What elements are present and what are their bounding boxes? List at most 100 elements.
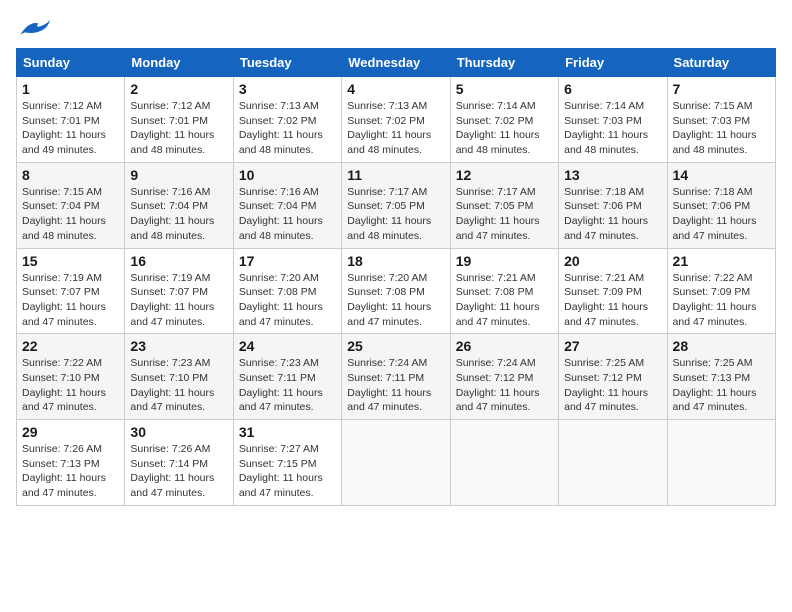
calendar-cell: 23 Sunrise: 7:23 AM Sunset: 7:10 PM Dayli… [125,334,233,420]
calendar-cell: 2 Sunrise: 7:12 AM Sunset: 7:01 PM Daylig… [125,77,233,163]
day-info: Sunrise: 7:17 AM Sunset: 7:05 PM Dayligh… [456,185,553,244]
calendar-cell: 26 Sunrise: 7:24 AM Sunset: 7:12 PM Dayli… [450,334,558,420]
day-info: Sunrise: 7:12 AM Sunset: 7:01 PM Dayligh… [22,99,119,158]
day-info: Sunrise: 7:24 AM Sunset: 7:11 PM Dayligh… [347,356,444,415]
calendar-week-row: 29 Sunrise: 7:26 AM Sunset: 7:13 PM Dayli… [17,420,776,506]
calendar-cell: 28Sunrise: 7:25 AM Sunset: 7:13 PM Dayli… [667,334,775,420]
day-number: 30 [130,424,227,440]
day-number: 8 [22,167,119,183]
day-number: 21 [673,253,770,269]
day-number: 14 [673,167,770,183]
calendar-week-row: 1 Sunrise: 7:12 AM Sunset: 7:01 PM Daylig… [17,77,776,163]
calendar-cell: 19 Sunrise: 7:21 AM Sunset: 7:08 PM Dayli… [450,248,558,334]
day-info: Sunrise: 7:20 AM Sunset: 7:08 PM Dayligh… [239,271,336,330]
calendar-cell: 14 Sunrise: 7:18 AM Sunset: 7:06 PM Dayli… [667,162,775,248]
day-info: Sunrise: 7:19 AM Sunset: 7:07 PM Dayligh… [22,271,119,330]
day-number: 1 [22,81,119,97]
weekday-header: Friday [559,49,667,77]
day-info: Sunrise: 7:16 AM Sunset: 7:04 PM Dayligh… [239,185,336,244]
day-info: Sunrise: 7:23 AM Sunset: 7:11 PM Dayligh… [239,356,336,415]
day-number: 23 [130,338,227,354]
day-number: 28 [673,338,770,354]
calendar-cell: 29 Sunrise: 7:26 AM Sunset: 7:13 PM Dayli… [17,420,125,506]
calendar-cell: 24 Sunrise: 7:23 AM Sunset: 7:11 PM Dayli… [233,334,341,420]
day-number: 9 [130,167,227,183]
calendar-cell [450,420,558,506]
calendar-cell: 9 Sunrise: 7:16 AM Sunset: 7:04 PM Daylig… [125,162,233,248]
day-info: Sunrise: 7:17 AM Sunset: 7:05 PM Dayligh… [347,185,444,244]
day-number: 16 [130,253,227,269]
calendar-cell: 3 Sunrise: 7:13 AM Sunset: 7:02 PM Daylig… [233,77,341,163]
day-info: Sunrise: 7:14 AM Sunset: 7:02 PM Dayligh… [456,99,553,158]
calendar-cell: 16 Sunrise: 7:19 AM Sunset: 7:07 PM Dayli… [125,248,233,334]
day-number: 4 [347,81,444,97]
weekday-header: Wednesday [342,49,450,77]
day-info: Sunrise: 7:25 AM Sunset: 7:12 PM Dayligh… [564,356,661,415]
day-number: 7 [673,81,770,97]
day-number: 10 [239,167,336,183]
day-number: 22 [22,338,119,354]
calendar-cell: 5 Sunrise: 7:14 AM Sunset: 7:02 PM Daylig… [450,77,558,163]
day-info: Sunrise: 7:18 AM Sunset: 7:06 PM Dayligh… [673,185,770,244]
day-info: Sunrise: 7:14 AM Sunset: 7:03 PM Dayligh… [564,99,661,158]
weekday-header: Monday [125,49,233,77]
calendar-week-row: 8Sunrise: 7:15 AM Sunset: 7:04 PM Daylig… [17,162,776,248]
day-number: 11 [347,167,444,183]
weekday-header-row: SundayMondayTuesdayWednesdayThursdayFrid… [17,49,776,77]
weekday-header: Saturday [667,49,775,77]
calendar-cell: 10 Sunrise: 7:16 AM Sunset: 7:04 PM Dayli… [233,162,341,248]
calendar-cell: 15Sunrise: 7:19 AM Sunset: 7:07 PM Dayli… [17,248,125,334]
day-number: 12 [456,167,553,183]
calendar-cell: 20Sunrise: 7:21 AM Sunset: 7:09 PM Dayli… [559,248,667,334]
day-info: Sunrise: 7:19 AM Sunset: 7:07 PM Dayligh… [130,271,227,330]
calendar-cell: 21 Sunrise: 7:22 AM Sunset: 7:09 PM Dayli… [667,248,775,334]
calendar-cell: 30 Sunrise: 7:26 AM Sunset: 7:14 PM Dayli… [125,420,233,506]
calendar-cell: 4 Sunrise: 7:13 AM Sunset: 7:02 PM Daylig… [342,77,450,163]
calendar-week-row: 15Sunrise: 7:19 AM Sunset: 7:07 PM Dayli… [17,248,776,334]
day-number: 3 [239,81,336,97]
calendar-cell: 17 Sunrise: 7:20 AM Sunset: 7:08 PM Dayli… [233,248,341,334]
day-info: Sunrise: 7:22 AM Sunset: 7:09 PM Dayligh… [673,271,770,330]
calendar-cell: 8Sunrise: 7:15 AM Sunset: 7:04 PM Daylig… [17,162,125,248]
calendar-cell: 6 Sunrise: 7:14 AM Sunset: 7:03 PM Daylig… [559,77,667,163]
weekday-header: Sunday [17,49,125,77]
calendar-cell: 27Sunrise: 7:25 AM Sunset: 7:12 PM Dayli… [559,334,667,420]
day-number: 2 [130,81,227,97]
calendar-cell: 25 Sunrise: 7:24 AM Sunset: 7:11 PM Dayli… [342,334,450,420]
day-info: Sunrise: 7:24 AM Sunset: 7:12 PM Dayligh… [456,356,553,415]
day-info: Sunrise: 7:18 AM Sunset: 7:06 PM Dayligh… [564,185,661,244]
calendar-cell: 12 Sunrise: 7:17 AM Sunset: 7:05 PM Dayli… [450,162,558,248]
calendar-cell [559,420,667,506]
calendar-table: SundayMondayTuesdayWednesdayThursdayFrid… [16,48,776,506]
day-info: Sunrise: 7:12 AM Sunset: 7:01 PM Dayligh… [130,99,227,158]
day-info: Sunrise: 7:21 AM Sunset: 7:08 PM Dayligh… [456,271,553,330]
calendar-week-row: 22 Sunrise: 7:22 AM Sunset: 7:10 PM Dayli… [17,334,776,420]
day-number: 18 [347,253,444,269]
day-info: Sunrise: 7:26 AM Sunset: 7:14 PM Dayligh… [130,442,227,501]
day-number: 26 [456,338,553,354]
calendar-cell: 1 Sunrise: 7:12 AM Sunset: 7:01 PM Daylig… [17,77,125,163]
day-number: 29 [22,424,119,440]
calendar-cell: 13 Sunrise: 7:18 AM Sunset: 7:06 PM Dayli… [559,162,667,248]
day-number: 19 [456,253,553,269]
day-number: 31 [239,424,336,440]
day-number: 24 [239,338,336,354]
logo-icon [16,16,52,38]
day-info: Sunrise: 7:27 AM Sunset: 7:15 PM Dayligh… [239,442,336,501]
day-info: Sunrise: 7:23 AM Sunset: 7:10 PM Dayligh… [130,356,227,415]
day-info: Sunrise: 7:13 AM Sunset: 7:02 PM Dayligh… [239,99,336,158]
weekday-header: Tuesday [233,49,341,77]
day-info: Sunrise: 7:22 AM Sunset: 7:10 PM Dayligh… [22,356,119,415]
day-info: Sunrise: 7:13 AM Sunset: 7:02 PM Dayligh… [347,99,444,158]
day-number: 6 [564,81,661,97]
day-info: Sunrise: 7:26 AM Sunset: 7:13 PM Dayligh… [22,442,119,501]
day-info: Sunrise: 7:16 AM Sunset: 7:04 PM Dayligh… [130,185,227,244]
day-number: 5 [456,81,553,97]
page-header [16,16,776,38]
day-number: 17 [239,253,336,269]
day-number: 13 [564,167,661,183]
day-info: Sunrise: 7:15 AM Sunset: 7:03 PM Dayligh… [673,99,770,158]
day-info: Sunrise: 7:21 AM Sunset: 7:09 PM Dayligh… [564,271,661,330]
day-number: 25 [347,338,444,354]
calendar-cell: 18Sunrise: 7:20 AM Sunset: 7:08 PM Dayli… [342,248,450,334]
